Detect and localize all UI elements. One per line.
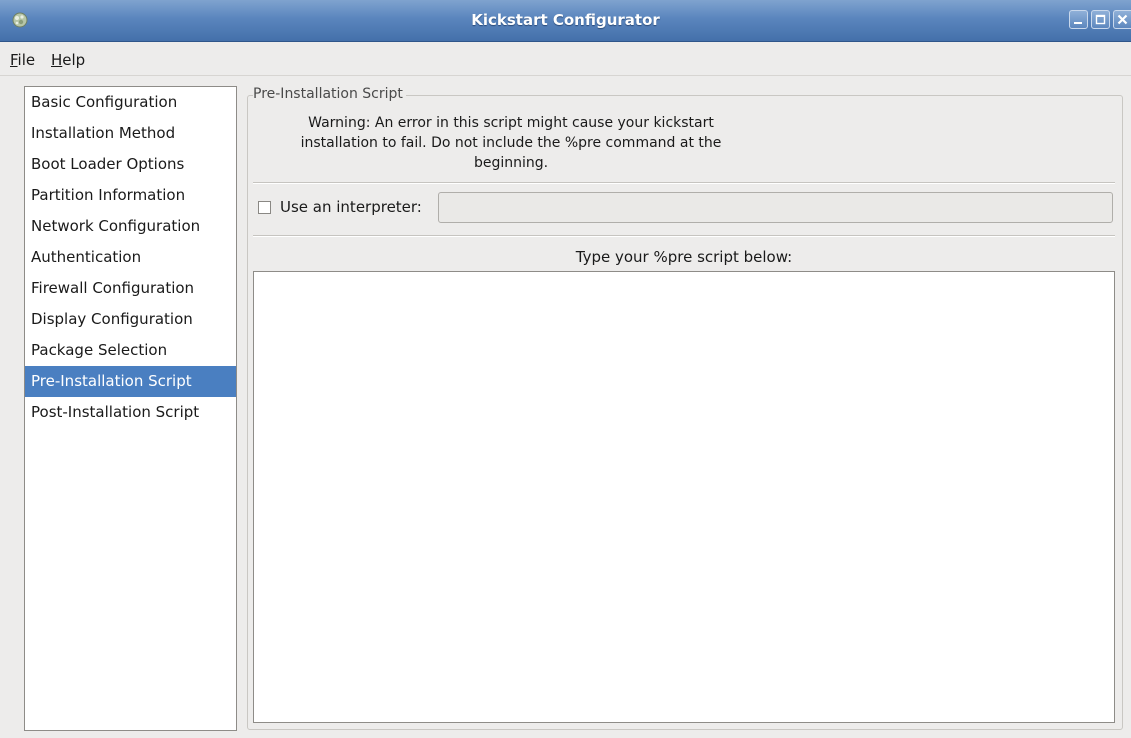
minimize-button[interactable] bbox=[1069, 10, 1088, 29]
close-button[interactable] bbox=[1113, 10, 1131, 29]
interpreter-input[interactable] bbox=[438, 192, 1113, 223]
sidebar-item-boot-loader-options[interactable]: Boot Loader Options bbox=[25, 149, 236, 180]
separator bbox=[253, 235, 1115, 237]
frame-title: Pre-Installation Script bbox=[253, 86, 406, 102]
menu-help[interactable]: Help bbox=[51, 51, 85, 69]
close-icon bbox=[1117, 14, 1128, 25]
sidebar-item-package-selection[interactable]: Package Selection bbox=[25, 335, 236, 366]
menu-file-label: ile bbox=[17, 51, 36, 69]
menu-help-mnemonic: H bbox=[51, 51, 63, 69]
title-bar[interactable]: Kickstart Configurator bbox=[0, 0, 1131, 42]
menu-bar: File Help bbox=[0, 42, 1131, 76]
script-caption: Type your %pre script below: bbox=[575, 248, 793, 266]
sidebar-item-firewall-configuration[interactable]: Firewall Configuration bbox=[25, 273, 236, 304]
sidebar-item-partition-information[interactable]: Partition Information bbox=[25, 180, 236, 211]
section-list[interactable]: Basic Configuration Installation Method … bbox=[24, 86, 237, 731]
sidebar-item-installation-method[interactable]: Installation Method bbox=[25, 118, 236, 149]
warning-line-1: Warning: An error in this script might c… bbox=[308, 115, 714, 131]
menu-file[interactable]: File bbox=[10, 51, 35, 69]
sidebar-item-authentication[interactable]: Authentication bbox=[25, 242, 236, 273]
sidebar-item-pre-installation-script[interactable]: Pre-Installation Script bbox=[25, 366, 236, 397]
warning-line-3: beginning. bbox=[473, 155, 549, 171]
sidebar-item-basic-configuration[interactable]: Basic Configuration bbox=[25, 87, 236, 118]
pre-script-textarea[interactable] bbox=[253, 271, 1115, 723]
sidebar-item-post-installation-script[interactable]: Post-Installation Script bbox=[25, 397, 236, 428]
window-title: Kickstart Configurator bbox=[471, 11, 660, 29]
warning-line-2: installation to fail. Do not include the… bbox=[300, 135, 722, 151]
menu-file-mnemonic: F bbox=[10, 51, 18, 69]
use-interpreter-checkbox[interactable] bbox=[258, 201, 271, 214]
minimize-icon bbox=[1074, 22, 1082, 24]
menu-help-label: elp bbox=[62, 51, 86, 69]
use-interpreter-label[interactable]: Use an interpreter: bbox=[280, 198, 422, 216]
separator bbox=[253, 182, 1115, 184]
sidebar-item-network-configuration[interactable]: Network Configuration bbox=[25, 211, 236, 242]
warning-text: Warning: An error in this script might c… bbox=[255, 113, 767, 173]
kickstart-window: Kickstart Configurator File Help Basic C… bbox=[0, 0, 1131, 738]
maximize-icon bbox=[1095, 14, 1106, 25]
maximize-button[interactable] bbox=[1091, 10, 1110, 29]
sidebar-item-display-configuration[interactable]: Display Configuration bbox=[25, 304, 236, 335]
